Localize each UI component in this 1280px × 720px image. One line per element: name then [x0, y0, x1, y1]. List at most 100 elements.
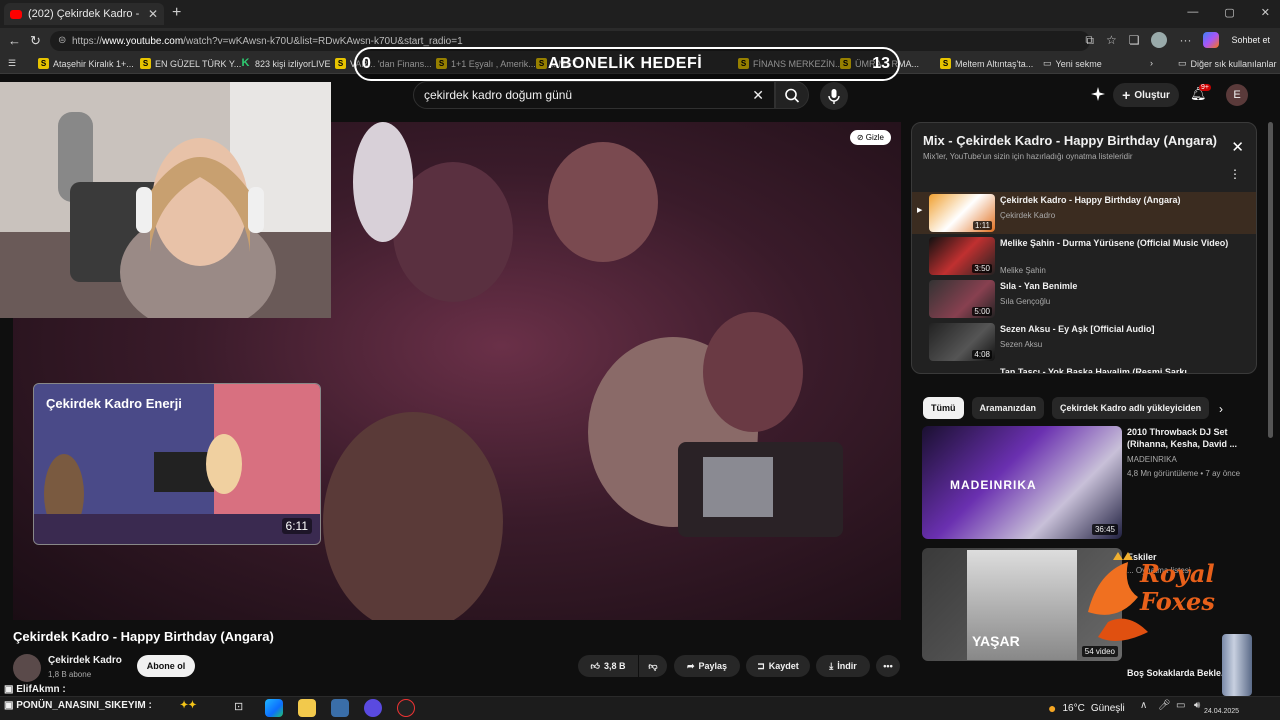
maximize-icon[interactable]: ▢	[1224, 6, 1234, 19]
network-icon[interactable]: ▭	[1176, 700, 1185, 711]
other-bookmarks-label: Diğer sık kullanılanlar	[1190, 58, 1277, 69]
url-path: /watch?v=wKAwsn-k70U&list=RDwKAwsn-k70U&…	[183, 35, 463, 47]
tray-chevron-icon[interactable]: ∧	[1140, 700, 1147, 711]
back-icon[interactable]: ←	[8, 33, 21, 48]
create-label: Oluştur	[1134, 89, 1170, 101]
app-icon[interactable]	[331, 699, 349, 717]
page-icon: ▭	[1043, 58, 1052, 68]
recommendation-thumbnail[interactable]: MADEINRIKA 36:45	[922, 426, 1122, 539]
weather-widget[interactable]: ● 16°C Güneşli	[1048, 700, 1125, 716]
playlist-item[interactable]: ▶ 1:11 Çekirdek Kadro - Happy Birthday (…	[912, 192, 1256, 234]
bookmark-icon: S	[335, 58, 346, 69]
tab-close-icon[interactable]: ✕	[148, 7, 158, 21]
site-info-icon[interactable]: ⊜	[58, 35, 66, 46]
extensions-icon[interactable]: ⧉	[1085, 33, 1094, 48]
share-button[interactable]: ➦ Paylaş	[674, 655, 740, 677]
copilot-icon[interactable]	[1203, 32, 1220, 48]
favorites-icon[interactable]: ☆	[1106, 33, 1117, 47]
reload-icon[interactable]: ↻	[30, 33, 41, 49]
create-button[interactable]: + Oluştur	[1113, 83, 1179, 107]
ai-sparkle-icon[interactable]	[1090, 86, 1106, 102]
more-vertical-icon[interactable]: ⋮	[1229, 167, 1241, 181]
search-value: çekirdek kadro doğum günü	[424, 88, 573, 102]
recommendation-channel: MADEINRIKA	[1127, 455, 1177, 464]
profile-avatar[interactable]	[1151, 32, 1168, 48]
playlist-item[interactable]: 5:00 Sıla - Yan Benimle Sıla Gençoğlu	[912, 278, 1256, 320]
channel-avatar[interactable]	[13, 654, 41, 682]
search-button[interactable]	[775, 81, 809, 109]
chevron-right-icon[interactable]: ›	[1150, 58, 1153, 68]
chevron-right-icon[interactable]: ›	[1219, 402, 1223, 416]
bookmark-item[interactable]: K 823 kişi izliyorLIVE	[240, 58, 331, 69]
file-explorer-icon[interactable]	[298, 699, 316, 717]
collections-icon[interactable]: ❏	[1129, 33, 1140, 47]
like-count: 3,8 B	[603, 661, 626, 671]
volume-icon[interactable]: 🔊︎	[1194, 700, 1200, 711]
copilot-label[interactable]: Sohbet et	[1231, 35, 1270, 45]
user-avatar[interactable]: E	[1226, 84, 1248, 106]
bookmark-item[interactable]: ▭ Yeni sekme	[1043, 58, 1102, 69]
task-view-icon[interactable]: ⊡	[234, 700, 243, 713]
chip-from-uploader[interactable]: Çekirdek Kadro adlı yükleyiciden	[1052, 397, 1210, 419]
bookmarks-menu-icon[interactable]: ☰	[8, 58, 16, 69]
bookmark-icon: S	[940, 58, 951, 69]
playlist-item[interactable]: 3:50 Melike Şahin - Durma Yürüsene (Offi…	[912, 235, 1256, 277]
subscribe-button[interactable]: Abone ol	[137, 655, 195, 677]
more-actions-button[interactable]: •••	[876, 655, 900, 677]
bookmark-icon: S	[140, 58, 151, 69]
chip-from-search[interactable]: Aramanızdan	[971, 397, 1045, 419]
bookmark-item[interactable]: S EN GÜZEL TÜRK Y...	[140, 58, 241, 69]
like-button[interactable]: 👍︎ 3,8 B	[578, 655, 638, 677]
stream-chat-message: ▣ ElifAkmn :	[4, 684, 66, 695]
playlist-item[interactable]: Tan Taşçı - Yok Başka Hayalim (Resmi Şar…	[912, 364, 1256, 373]
close-window-icon[interactable]: ✕	[1261, 6, 1270, 19]
thumbnail-text: MADEINRIKA	[950, 478, 1037, 492]
browser-tab-bar: (202) Çekirdek Kadro - Happy Birth ✕ + —…	[0, 0, 1280, 28]
youtube-favicon-icon	[10, 9, 22, 19]
save-button[interactable]: ⊐ Kaydet	[746, 655, 810, 677]
microphone-tray-icon[interactable]: 🎤︎	[1158, 700, 1171, 711]
notification-count-badge: 9+	[1199, 84, 1211, 91]
scrollbar[interactable]	[1268, 122, 1273, 438]
end-screen-video-card[interactable]: Çekirdek Kadro Enerji 6:11	[33, 383, 321, 545]
video-title: Çekirdek Kadro - Happy Birthday (Angara)	[13, 629, 274, 644]
edge-browser-icon[interactable]	[265, 699, 283, 717]
endcard-title: Çekirdek Kadro Enerji	[46, 396, 182, 411]
download-label: İndir	[837, 661, 857, 671]
folder-icon: ▭	[1178, 58, 1187, 68]
browser-tab[interactable]: (202) Çekirdek Kadro - Happy Birth ✕	[4, 3, 164, 25]
more-menu-icon[interactable]: ···	[1179, 33, 1191, 47]
channel-subscriber-count: 1,8 B abone	[48, 670, 92, 679]
search-input[interactable]: çekirdek kadro doğum günü ✕	[413, 81, 775, 109]
duration-badge: 4:08	[972, 350, 992, 359]
recommendation-meta: 4,8 Mn görüntüleme • 7 ay önce	[1127, 469, 1241, 478]
channel-name[interactable]: Çekirdek Kadro	[48, 655, 122, 666]
voice-search-button[interactable]	[820, 82, 848, 110]
close-playlist-icon[interactable]: ✕	[1231, 138, 1244, 156]
browser-toolbar: ⧉ ☆ ❏ ··· Sohbet et	[1085, 32, 1270, 48]
hide-overlay-button[interactable]: ⊘ Gizle	[849, 130, 891, 145]
duration-badge: 36:45	[1091, 524, 1118, 535]
playlist-item-title: Melike Şahin - Durma Yürüsene (Official …	[1000, 238, 1229, 248]
chat-badge-icon: ▣	[4, 684, 17, 695]
recommendation-title[interactable]: 2010 Throwback DJ Set (Rihanna, Kesha, D…	[1127, 426, 1247, 450]
bookmark-item[interactable]: S Ataşehir Kiralık 1+...	[38, 58, 134, 69]
goal-current: 0	[362, 55, 371, 72]
other-bookmarks[interactable]: ▭ Diğer sık kullanılanlar	[1178, 58, 1277, 69]
weather-text: Güneşli	[1090, 702, 1125, 714]
bookmark-item[interactable]: S Meltem Altıntaş'ta...	[940, 58, 1033, 69]
chip-all[interactable]: Tümü	[923, 397, 964, 419]
playlist-item[interactable]: 4:08 Sezen Aksu - Ey Aşk [Official Audio…	[912, 321, 1256, 363]
stream-chat-message: ▣ PONÜN_ANASINI_SIKEYIM : ✦✦	[4, 700, 197, 711]
watermark-text: Royal Foxes	[1140, 559, 1215, 616]
url-prefix: https://	[72, 35, 103, 47]
share-label: Paylaş	[698, 661, 728, 671]
dislike-button[interactable]: 👎︎	[639, 655, 667, 677]
chat-app-icon[interactable]	[364, 699, 382, 717]
clear-search-icon[interactable]: ✕	[752, 87, 764, 104]
minimize-icon[interactable]: —	[1187, 6, 1198, 19]
download-button[interactable]: ⤓ İndir	[816, 655, 870, 677]
new-tab-button[interactable]: +	[172, 4, 181, 22]
bookmark-label: Ataşehir Kiralık 1+...	[53, 58, 134, 69]
obs-studio-icon[interactable]	[397, 699, 415, 717]
